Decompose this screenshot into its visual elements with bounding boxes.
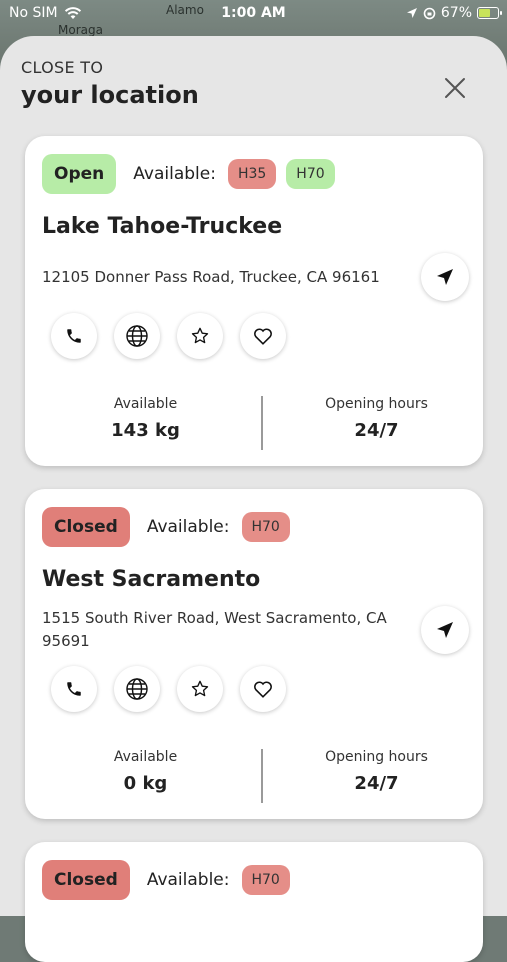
- status-badge: Open: [42, 154, 117, 194]
- available-amount: 143 kg: [111, 420, 180, 441]
- available-label: Available:: [146, 870, 230, 890]
- station-address: 1515 South River Road, West Sacramento, …: [42, 609, 387, 650]
- star-icon: [191, 327, 209, 344]
- status-bar: No SIM 1:00 AM 67%: [0, 0, 507, 28]
- available-stat-label: Available: [113, 396, 178, 412]
- orientation-lock-icon: [423, 7, 436, 19]
- battery-level: [479, 9, 491, 17]
- star-icon: [191, 680, 209, 697]
- navigate-button[interactable]: [421, 606, 469, 654]
- website-button[interactable]: [114, 313, 160, 359]
- heart-icon: [254, 681, 272, 698]
- favorite-star-button[interactable]: [177, 666, 223, 712]
- opening-hours: 24/7: [354, 773, 399, 794]
- like-button[interactable]: [240, 313, 286, 359]
- fuel-chip-h70: H70: [286, 159, 335, 189]
- favorite-star-button[interactable]: [177, 313, 223, 359]
- like-button[interactable]: [240, 666, 286, 712]
- fuel-chip-h70: H70: [241, 865, 290, 895]
- navigate-button[interactable]: [421, 253, 469, 301]
- station-card[interactable]: Closed Available: H70 West Sacramento 15…: [25, 489, 483, 819]
- status-badge: Closed: [42, 860, 130, 900]
- station-stats: Available 0 kg Opening hours 24/7: [25, 749, 483, 805]
- close-icon: [445, 78, 465, 98]
- station-address: 12105 Donner Pass Road, Truckee, CA 9616…: [42, 268, 380, 286]
- available-stat-label: Available: [113, 749, 178, 765]
- available-label: Available:: [133, 164, 216, 184]
- station-name: Lake Tahoe-Truckee: [42, 214, 283, 239]
- navigation-arrow-icon: [437, 269, 453, 285]
- location-arrow-icon: [406, 8, 417, 18]
- close-button[interactable]: [441, 74, 469, 102]
- heart-icon: [254, 328, 272, 345]
- opening-hours: 24/7: [354, 420, 399, 441]
- available-label: Available:: [146, 517, 230, 537]
- status-badge: Closed: [42, 507, 130, 547]
- call-button[interactable]: [51, 666, 97, 712]
- station-card[interactable]: Closed Available: H70: [25, 842, 483, 962]
- battery-percent: 67%: [440, 5, 472, 21]
- hours-stat-label: Opening hours: [325, 396, 428, 412]
- sheet-title: your location: [21, 81, 199, 109]
- station-stats: Available 143 kg Opening hours 24/7: [25, 396, 483, 452]
- fuel-chip-h70: H70: [241, 512, 290, 542]
- call-button[interactable]: [51, 313, 97, 359]
- station-card[interactable]: Open Available: H35 H70 Lake Tahoe-Truck…: [25, 136, 483, 466]
- website-button[interactable]: [114, 666, 160, 712]
- globe-icon: [126, 325, 148, 347]
- phone-icon: [67, 682, 81, 696]
- navigation-arrow-icon: [437, 622, 453, 638]
- station-name: West Sacramento: [42, 567, 261, 592]
- globe-icon: [126, 678, 148, 700]
- sheet-eyebrow: CLOSE TO: [21, 58, 104, 77]
- phone-icon: [67, 329, 81, 343]
- battery-icon: [477, 7, 502, 19]
- hours-stat-label: Opening hours: [325, 749, 428, 765]
- fuel-chip-h35: H35: [227, 159, 277, 189]
- available-amount: 0 kg: [123, 773, 168, 794]
